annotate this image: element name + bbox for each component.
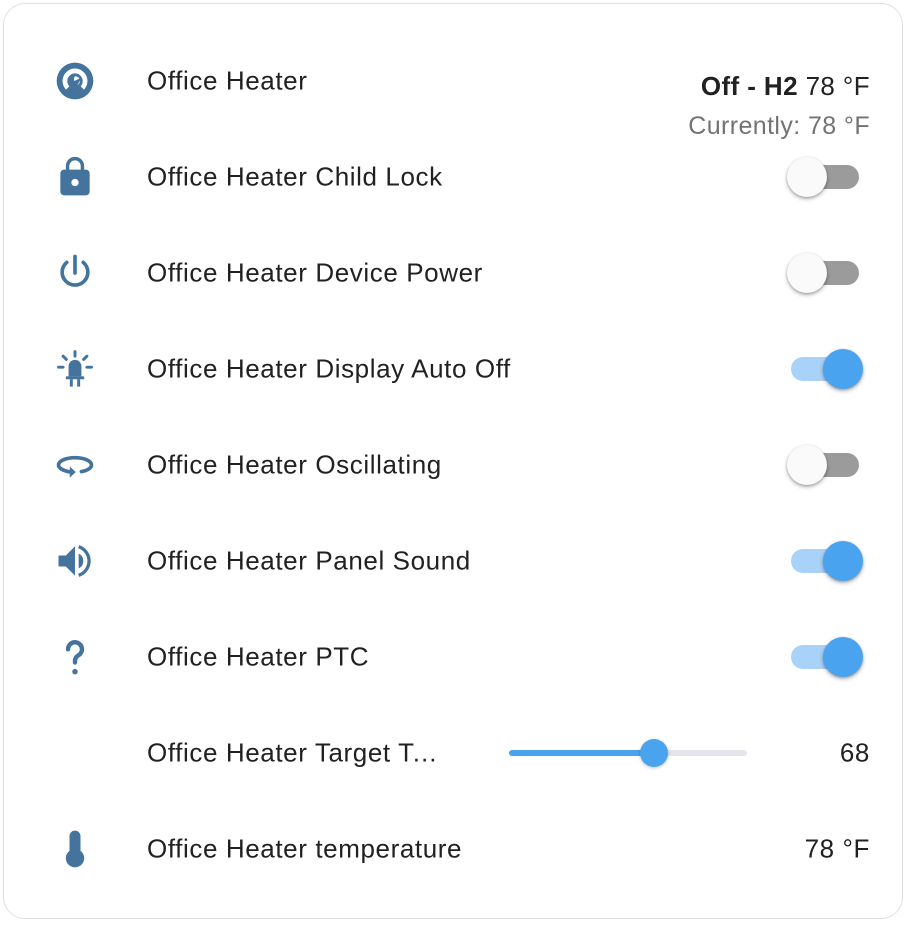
row-panel-sound: Office Heater Panel Sound <box>4 513 904 609</box>
row-device-power: Office Heater Device Power <box>4 225 904 321</box>
toggle-knob <box>823 349 863 389</box>
row-temperature-sensor[interactable]: Office Heater temperature 78 °F <box>4 801 904 897</box>
slider-fill <box>509 750 655 756</box>
device-power-toggle[interactable] <box>787 253 863 293</box>
row-oscillating: Office Heater Oscillating <box>4 417 904 513</box>
sensor-value: 78 °F <box>804 833 870 864</box>
entity-name[interactable]: Office Heater Device Power <box>147 258 483 289</box>
row-office-heater[interactable]: Office Heater Off - H2 78 °F Currently: … <box>4 33 904 140</box>
row-target-temperature: Office Heater Target Temperature 68 <box>4 705 904 801</box>
thermostat-dial-icon[interactable] <box>53 59 97 103</box>
hvac-mode: Off - H2 <box>700 71 798 101</box>
led-bulb-icon[interactable] <box>53 347 97 391</box>
entity-name[interactable]: Office Heater temperature <box>147 834 462 865</box>
volume-icon[interactable] <box>53 539 97 583</box>
slider-thumb[interactable] <box>640 739 669 767</box>
entity-name[interactable]: Office Heater Panel Sound <box>147 546 471 577</box>
toggle-knob <box>823 541 863 581</box>
entity-name[interactable]: Office Heater Child Lock <box>147 162 443 193</box>
toggle-knob <box>823 637 863 677</box>
lock-icon[interactable] <box>53 155 97 199</box>
entity-name[interactable]: Office Heater Oscillating <box>147 450 442 481</box>
toggle-knob <box>787 253 827 293</box>
ptc-toggle[interactable] <box>787 637 863 677</box>
row-display-auto-off: Office Heater Display Auto Off <box>4 321 904 417</box>
question-mark-icon[interactable] <box>53 635 97 679</box>
toggle-knob <box>787 157 827 197</box>
row-ptc: Office Heater PTC <box>4 609 904 705</box>
panel-sound-toggle[interactable] <box>787 541 863 581</box>
target-temperature: 78 °F <box>805 71 870 101</box>
toggle-knob <box>787 445 827 485</box>
entity-name[interactable]: Office Heater PTC <box>147 642 369 673</box>
child-lock-toggle[interactable] <box>787 157 863 197</box>
rotate-oscillate-icon[interactable] <box>53 443 97 487</box>
slider-value: 68 <box>839 737 870 768</box>
power-icon[interactable] <box>53 251 97 295</box>
thermometer-icon[interactable] <box>53 827 97 871</box>
row-child-lock: Office Heater Child Lock <box>4 129 904 225</box>
entities-card: Office Heater Off - H2 78 °F Currently: … <box>3 3 903 919</box>
entity-name[interactable]: Office Heater Target Temperature <box>147 738 447 769</box>
target-temperature-slider[interactable] <box>507 738 749 768</box>
entity-name[interactable]: Office Heater <box>147 66 308 97</box>
display-auto-off-toggle[interactable] <box>787 349 863 389</box>
entity-name[interactable]: Office Heater Display Auto Off <box>147 354 511 385</box>
oscillating-toggle[interactable] <box>787 445 863 485</box>
